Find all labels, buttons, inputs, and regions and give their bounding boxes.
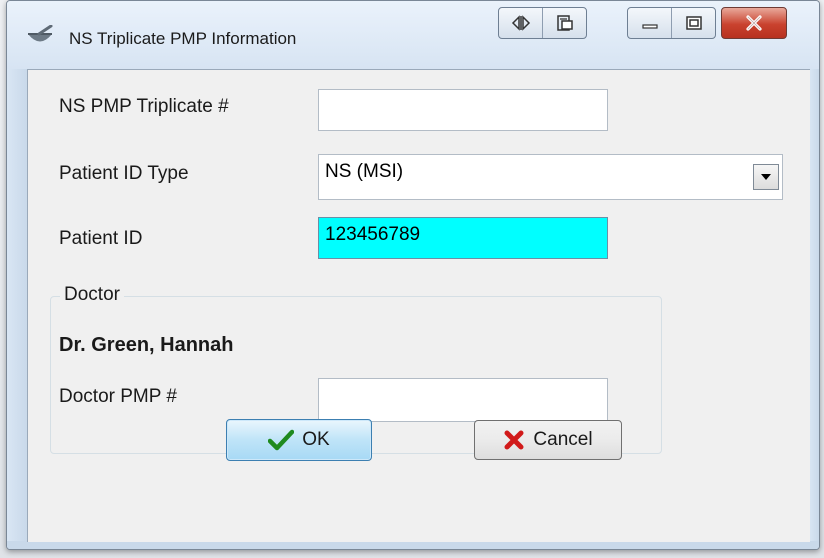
minimize-icon — [641, 24, 658, 29]
window-title: NS Triplicate PMP Information — [69, 29, 297, 48]
patient-id-input[interactable]: 123456789 — [318, 217, 608, 259]
copy-window-icon — [556, 15, 573, 31]
dock-arrows-button[interactable] — [499, 8, 543, 38]
chevron-down-icon — [761, 174, 771, 180]
cancel-button[interactable]: Cancel — [474, 420, 622, 460]
cancel-label: Cancel — [533, 429, 593, 450]
mortar-pestle-icon — [28, 25, 53, 42]
window-controls — [627, 7, 716, 39]
title-bar[interactable]: NS Triplicate PMP Information — [7, 1, 819, 69]
dialog-content: NS PMP Triplicate # Patient ID Type NS (… — [27, 69, 810, 542]
close-button[interactable] — [721, 7, 787, 39]
window-frame-left — [7, 69, 27, 549]
copy-window-button[interactable] — [543, 8, 586, 38]
window-frame-bottom — [7, 541, 819, 549]
close-icon — [746, 15, 762, 31]
doctor-pmp-input[interactable] — [318, 378, 608, 422]
ok-label: OK — [302, 429, 330, 450]
extra-title-buttons — [498, 7, 587, 39]
doctor-name: Dr. Green, Hannah — [59, 334, 234, 356]
maximize-button[interactable] — [672, 8, 715, 38]
window-frame-right — [809, 69, 819, 549]
patient-id-type-label: Patient ID Type — [59, 163, 189, 184]
dropdown-button[interactable] — [753, 164, 779, 190]
patient-id-label: Patient ID — [59, 228, 143, 249]
ok-button[interactable]: OK — [226, 419, 372, 461]
maximize-icon — [685, 16, 702, 30]
triplicate-label: NS PMP Triplicate # — [59, 96, 229, 117]
patient-id-type-value: NS (MSI) — [325, 161, 404, 182]
doctor-pmp-label: Doctor PMP # — [59, 386, 177, 407]
doctor-group-legend: Doctor — [60, 284, 124, 306]
minimize-button[interactable] — [628, 8, 672, 38]
dock-arrows-icon — [511, 15, 530, 31]
patient-id-type-select[interactable]: NS (MSI) — [318, 154, 783, 200]
red-x-icon — [504, 430, 524, 450]
checkmark-icon — [268, 429, 295, 451]
dialog-window: NS Triplicate PMP Information NS PMP Tri… — [6, 0, 820, 550]
triplicate-input[interactable] — [318, 89, 608, 131]
